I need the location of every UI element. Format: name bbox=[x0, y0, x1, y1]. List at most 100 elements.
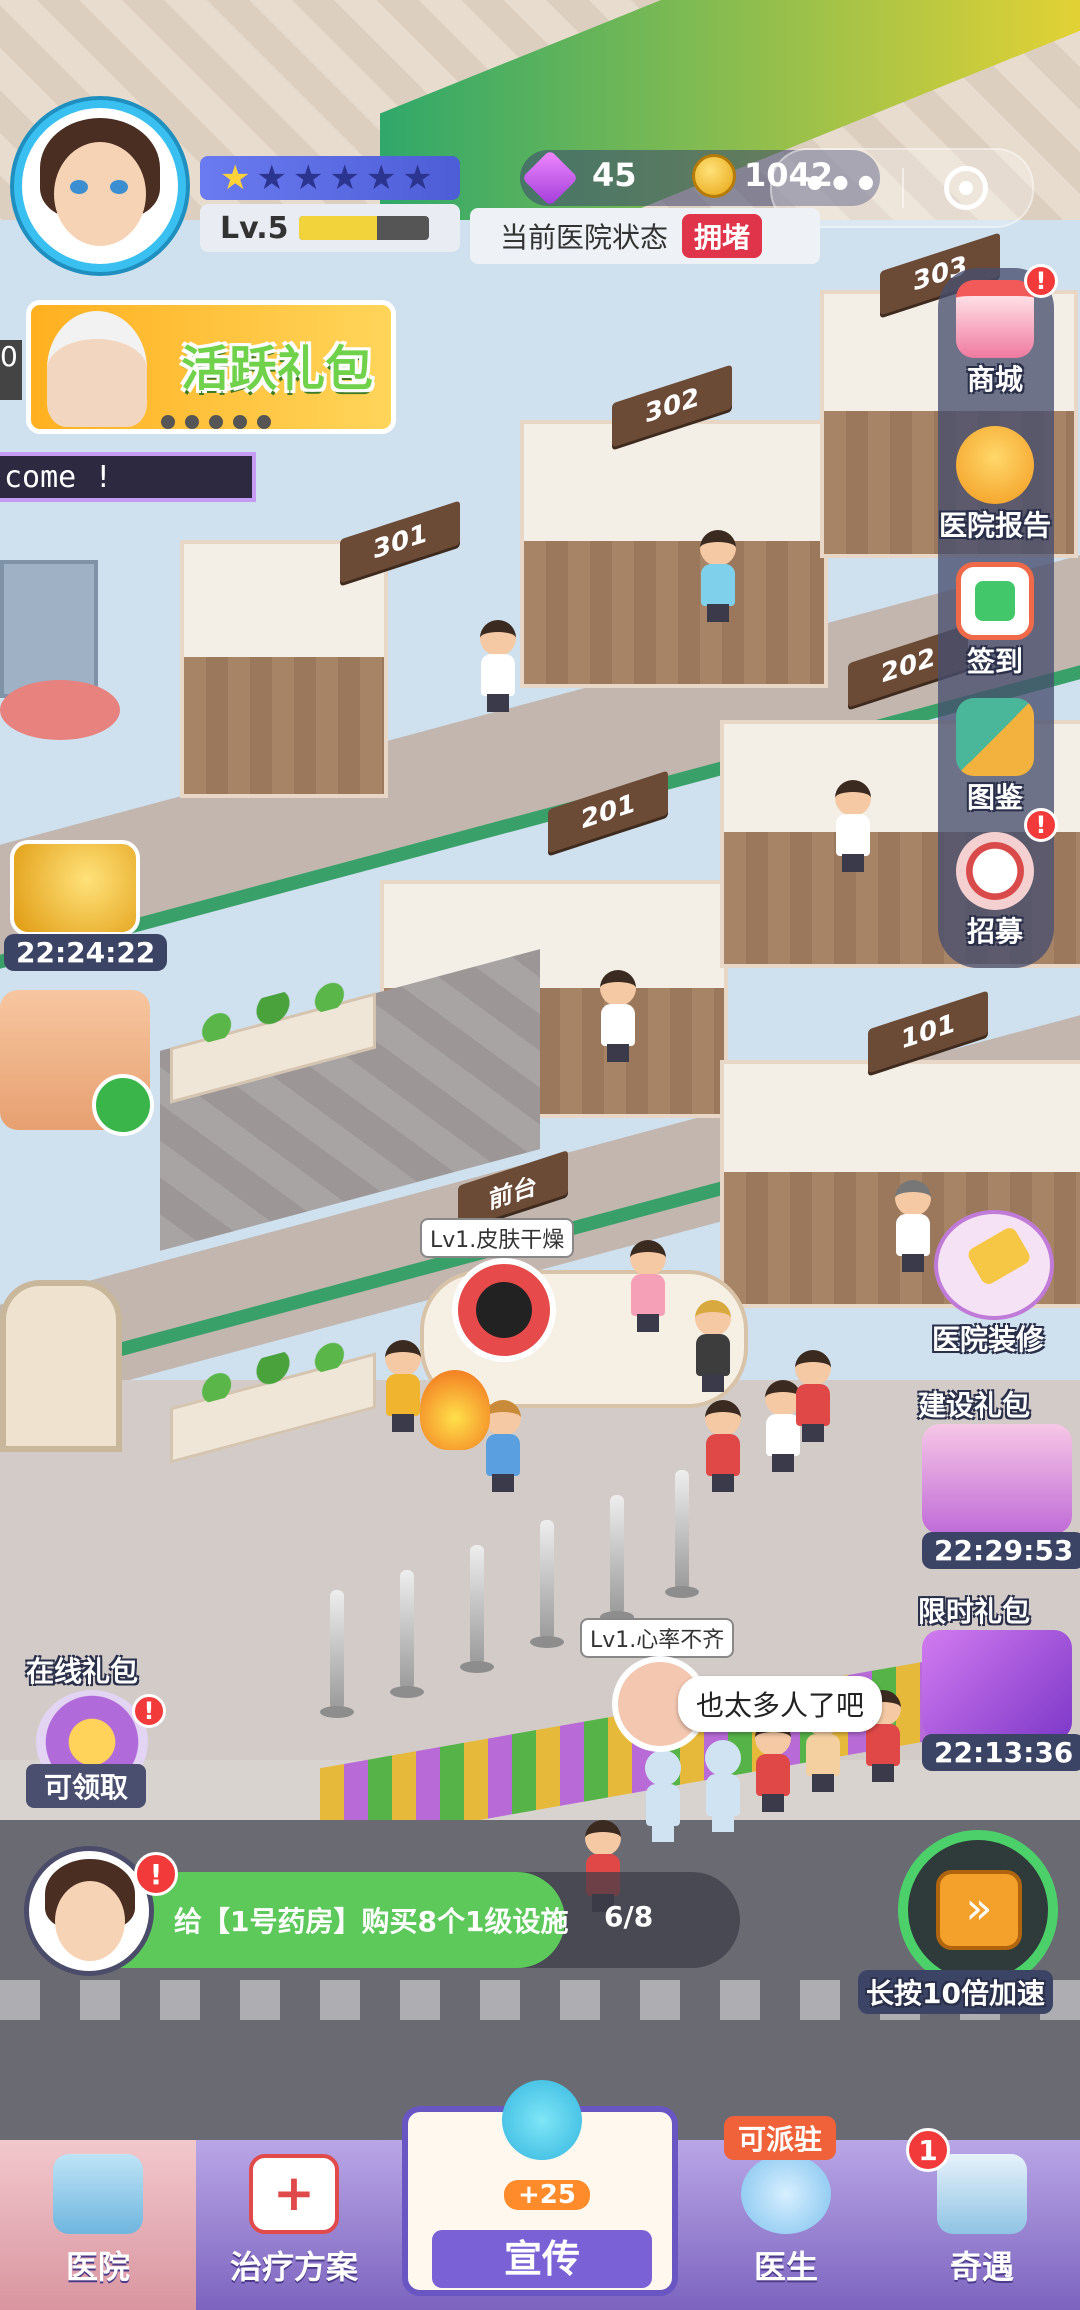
task-progress-text: 6/8 bbox=[604, 1900, 654, 1933]
room-302[interactable] bbox=[520, 420, 828, 688]
player-avatar[interactable] bbox=[14, 100, 186, 272]
build-pack-timer: 22:29:53 bbox=[922, 1532, 1080, 1569]
alert-icon: ! bbox=[134, 1852, 178, 1896]
elevator-door[interactable] bbox=[0, 1280, 122, 1452]
shop-button[interactable]: 商城 ! bbox=[940, 264, 1058, 398]
patient-character[interactable] bbox=[700, 1740, 746, 1832]
checkin-icon bbox=[956, 562, 1034, 640]
nav-promote[interactable]: +25 宣传 bbox=[392, 2080, 688, 2310]
task-text: 给【1号药房】购买8个1级设施 bbox=[174, 1905, 569, 1938]
hospital-report-button[interactable]: 医院报告 bbox=[939, 426, 1052, 544]
player-stars: ★ ★ ★ ★ ★ ★ bbox=[200, 156, 460, 200]
decorate-label: 医院装修 bbox=[932, 1323, 1045, 1356]
elevator-floor-upper bbox=[0, 560, 98, 698]
fire-effect bbox=[420, 1370, 490, 1450]
patient-status-bubble[interactable] bbox=[452, 1258, 556, 1362]
speedup-label: 长按10倍加速 bbox=[858, 1970, 1053, 2014]
checkin-button[interactable]: 签到 bbox=[940, 562, 1050, 680]
staff-character[interactable] bbox=[695, 530, 741, 622]
patient-character[interactable] bbox=[700, 1400, 746, 1492]
queue-post bbox=[530, 1520, 564, 1648]
patient-condition-label: Lv1.心率不齐 bbox=[580, 1618, 735, 1658]
coin-reward-widget[interactable]: 22:24:22 bbox=[0, 840, 168, 980]
online-pack-title: 在线礼包 bbox=[26, 1655, 139, 1688]
patient-character[interactable] bbox=[690, 1300, 736, 1392]
online-pack-status[interactable]: 可领取 bbox=[26, 1764, 147, 1808]
doctor-character[interactable] bbox=[475, 620, 521, 712]
queue-post bbox=[320, 1590, 354, 1718]
cake-gift-icon bbox=[922, 1424, 1072, 1534]
doctor-icon bbox=[741, 2154, 831, 2234]
online-pack-widget[interactable]: 在线礼包 ! 可领取 bbox=[20, 1650, 170, 1808]
hospital-report-label: 医院报告 bbox=[939, 509, 1052, 542]
collection-label: 图鉴 bbox=[966, 781, 1023, 814]
close-miniprogram-icon[interactable] bbox=[944, 166, 988, 210]
queue-post bbox=[665, 1470, 699, 1598]
nav-encounter-label: 奇遇 bbox=[949, 2248, 1014, 2286]
left-edge-tab[interactable]: 0 bbox=[0, 340, 22, 400]
queue-post bbox=[600, 1495, 634, 1623]
nav-doctor[interactable]: 可派驻 医生 bbox=[688, 2116, 884, 2310]
fast-forward-icon: » bbox=[936, 1870, 1022, 1950]
alert-icon: ! bbox=[1024, 264, 1058, 298]
patient-condition-label: Lv1.皮肤干燥 bbox=[420, 1218, 575, 1258]
recruit-icon bbox=[956, 832, 1034, 910]
report-icon bbox=[956, 426, 1034, 504]
nav-encounter[interactable]: 奇遇 1 bbox=[884, 2128, 1080, 2310]
active-pack-title: 活跃礼包 bbox=[181, 341, 374, 397]
nurse-character[interactable] bbox=[625, 1240, 671, 1332]
nav-promote-label: 宣传 bbox=[432, 2230, 652, 2288]
active-pack-banner[interactable]: 活跃礼包 bbox=[26, 300, 396, 434]
hospital-status-label: 当前医院状态 bbox=[500, 221, 669, 254]
star-filled-icon: ★ bbox=[220, 158, 251, 198]
recruit-button[interactable]: 招募 ! bbox=[940, 808, 1058, 950]
star-empty-icon: ★ bbox=[256, 158, 287, 198]
staff-character[interactable] bbox=[595, 970, 641, 1062]
limited-pack-widget[interactable]: 限时礼包 22:13:36 bbox=[908, 1590, 1080, 1780]
speedup-button[interactable]: » 长按10倍加速 bbox=[858, 1830, 1080, 2030]
medical-kit-icon: + bbox=[249, 2154, 339, 2234]
room-301[interactable] bbox=[180, 540, 388, 798]
mascot-crown-icon bbox=[502, 2080, 582, 2160]
star-empty-icon: ★ bbox=[292, 158, 324, 198]
patient-character[interactable] bbox=[640, 1750, 686, 1842]
more-menu-icon[interactable]: ••• bbox=[802, 165, 879, 205]
limited-gift-icon bbox=[922, 1630, 1072, 1740]
doctor-badge: 可派驻 bbox=[724, 2116, 837, 2160]
doctor-character[interactable] bbox=[830, 780, 876, 872]
limited-pack-label: 限时礼包 bbox=[918, 1595, 1031, 1628]
alert-icon: ! bbox=[132, 1694, 166, 1728]
hospital-icon bbox=[53, 2154, 143, 2234]
exp-bar-fill bbox=[298, 216, 377, 240]
building-icon bbox=[937, 2154, 1027, 2234]
build-pack-widget[interactable]: 建设礼包 22:29:53 bbox=[908, 1384, 1080, 1574]
nav-hospital-label: 医院 bbox=[65, 2248, 130, 2286]
hospital-status-panel[interactable]: 当前医院状态 拥堵 bbox=[470, 208, 820, 264]
decorate-widget[interactable]: 医院装修 bbox=[920, 1210, 1080, 1360]
recruit-label: 招募 bbox=[966, 915, 1023, 948]
patient-character[interactable] bbox=[750, 1720, 796, 1812]
coin-reward-timer: 22:24:22 bbox=[4, 934, 168, 971]
virus-icon bbox=[476, 1282, 532, 1338]
nav-treatment-label: 治疗方案 bbox=[229, 2248, 358, 2286]
alert-icon: ! bbox=[1024, 808, 1058, 842]
capsule-divider bbox=[902, 168, 904, 208]
nav-treatment[interactable]: + 治疗方案 bbox=[196, 2140, 392, 2310]
rug-upper bbox=[0, 680, 120, 740]
wechat-icon bbox=[92, 1074, 154, 1136]
exp-bar bbox=[298, 216, 429, 240]
hammer-icon bbox=[934, 1210, 1054, 1320]
level-label: Lv.5 bbox=[220, 210, 289, 246]
gem-count: 45 bbox=[592, 156, 637, 194]
star-empty-icon: ★ bbox=[365, 158, 397, 198]
patient-character[interactable] bbox=[790, 1350, 836, 1442]
bottom-nav: 医院 + 治疗方案 +25 宣传 可派驻 医生 奇遇 1 bbox=[0, 2080, 1080, 2310]
collection-button[interactable]: 图鉴 bbox=[940, 698, 1050, 816]
promote-bonus: +25 bbox=[504, 2180, 590, 2210]
nav-hospital[interactable]: 医院 bbox=[0, 2140, 196, 2310]
coin-icon bbox=[692, 154, 736, 198]
limited-pack-timer: 22:13:36 bbox=[922, 1734, 1080, 1771]
queue-post bbox=[390, 1570, 424, 1698]
share-friends-widget[interactable] bbox=[0, 990, 170, 1140]
nav-doctor-label: 医生 bbox=[753, 2248, 818, 2286]
